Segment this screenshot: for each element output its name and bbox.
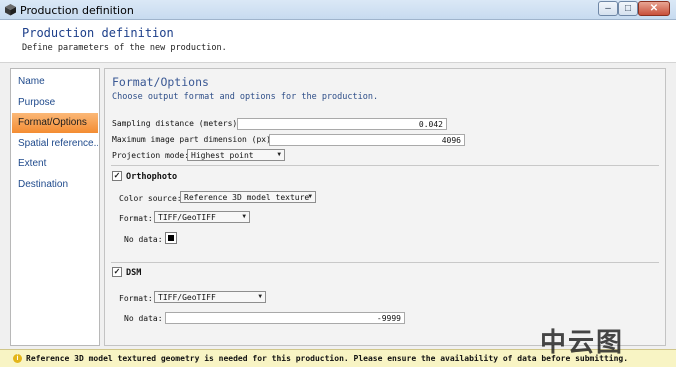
nodata-color-swatch <box>168 235 174 241</box>
dsm-checkbox[interactable]: ✓ <box>112 267 122 277</box>
chevron-down-icon: ▼ <box>242 213 246 220</box>
chevron-down-icon: ▼ <box>258 293 262 300</box>
chevron-down-icon: ▼ <box>308 193 312 200</box>
orthophoto-nodata-label: No data: <box>124 235 163 244</box>
close-button[interactable]: ✕ <box>638 1 670 16</box>
window-title: Production definition <box>20 4 134 17</box>
app-cube-icon <box>5 4 16 16</box>
page-title: Production definition <box>22 26 174 40</box>
panel-title: Format/Options <box>112 75 209 89</box>
dsm-section-title: DSM <box>126 268 142 278</box>
orthophoto-checkbox[interactable]: ✓ <box>112 171 122 181</box>
max-image-dimension-label: Maximum image part dimension (px): <box>112 135 276 144</box>
window-titlebar[interactable]: Production definition – □ ✕ <box>0 0 676 20</box>
page-subtitle: Define parameters of the new production. <box>22 43 227 53</box>
sidebar-item-destination[interactable]: Destination <box>12 175 98 195</box>
panel-subtitle: Choose output format and options for the… <box>112 92 379 102</box>
max-image-dimension-input[interactable]: 4096 <box>269 134 465 146</box>
orthophoto-format-label: Format: <box>119 214 153 223</box>
orthophoto-section-title: Orthophoto <box>126 172 178 182</box>
projection-mode-label: Projection mode: <box>112 151 190 160</box>
sidebar-item-name[interactable]: Name <box>12 72 98 92</box>
info-icon: i <box>13 354 22 363</box>
projection-mode-select[interactable]: Highest point ▼ <box>187 149 285 161</box>
color-source-select[interactable]: Reference 3D model texture ▼ <box>180 191 316 203</box>
wizard-header: Production definition Define parameters … <box>0 21 676 63</box>
sidebar-item-spatial-reference[interactable]: Spatial reference... <box>12 134 98 154</box>
divider <box>111 165 659 166</box>
dsm-format-label: Format: <box>119 294 153 303</box>
nodata-color-picker[interactable] <box>165 232 177 244</box>
color-source-value: Reference 3D model texture <box>184 193 310 202</box>
chevron-down-icon: ▼ <box>277 151 281 158</box>
sidebar-item-format-options[interactable]: Format/Options <box>12 113 98 133</box>
minimize-button[interactable]: – <box>598 1 618 16</box>
wizard-content: Name Purpose Format/Options Spatial refe… <box>0 63 676 349</box>
sidebar-item-extent[interactable]: Extent <box>12 154 98 174</box>
divider <box>111 262 659 263</box>
dsm-format-value: TIFF/GeoTIFF <box>158 293 216 302</box>
format-options-panel: Format/Options Choose output format and … <box>104 68 666 346</box>
orthophoto-format-value: TIFF/GeoTIFF <box>158 213 216 222</box>
sidebar-item-purpose[interactable]: Purpose <box>12 93 98 113</box>
color-source-label: Color source: <box>119 194 182 203</box>
wizard-steps-sidebar: Name Purpose Format/Options Spatial refe… <box>10 68 100 346</box>
watermark-logo: 中云图 <box>540 328 625 358</box>
dsm-nodata-label: No data: <box>124 314 163 323</box>
sampling-distance-label: Sampling distance (meters): <box>112 119 243 128</box>
dsm-format-select[interactable]: TIFF/GeoTIFF ▼ <box>154 291 266 303</box>
orthophoto-format-select[interactable]: TIFF/GeoTIFF ▼ <box>154 211 250 223</box>
sampling-distance-input[interactable]: 0.042 <box>237 118 447 130</box>
status-message: Reference 3D model textured geometry is … <box>26 354 629 363</box>
maximize-button[interactable]: □ <box>618 1 638 16</box>
projection-mode-value: Highest point <box>191 151 254 160</box>
dsm-nodata-input[interactable]: -9999 <box>165 312 405 324</box>
